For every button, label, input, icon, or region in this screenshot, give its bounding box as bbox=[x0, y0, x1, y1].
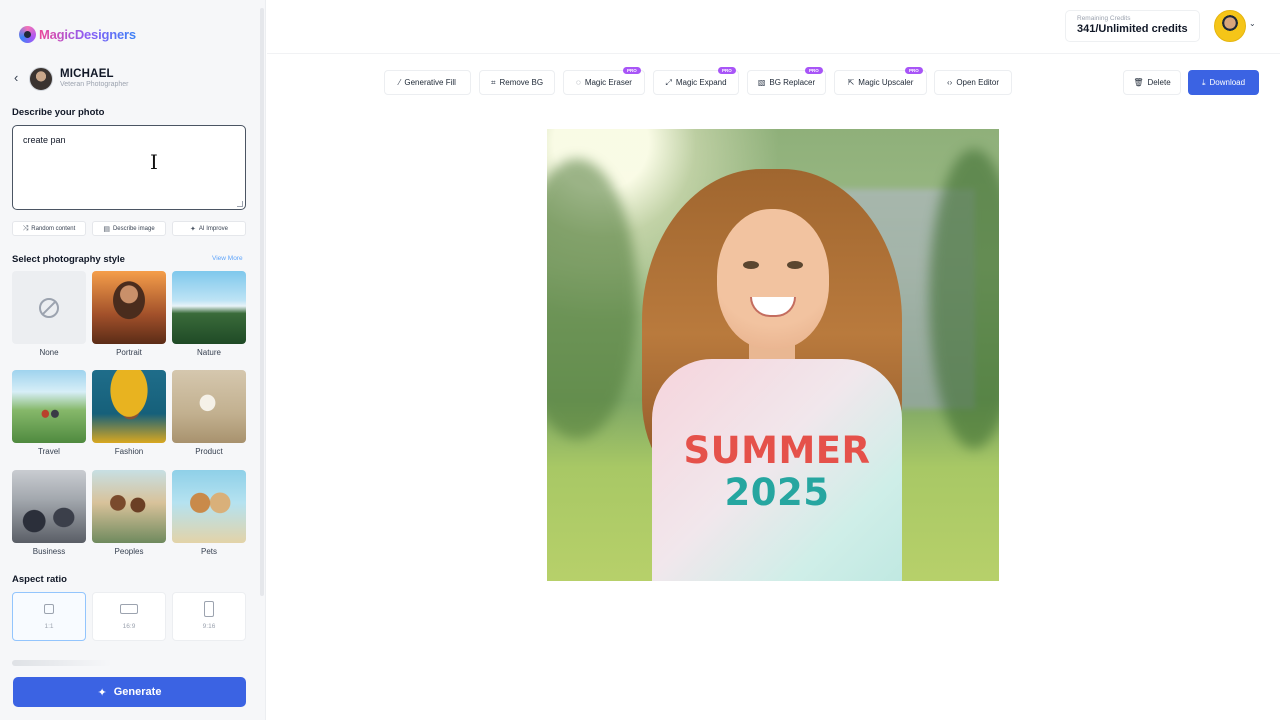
pro-badge: PRO bbox=[718, 67, 736, 74]
tool-open-editor[interactable]: ‹› Open Editor bbox=[934, 70, 1012, 95]
style-tile-peoples[interactable] bbox=[92, 470, 166, 543]
sidebar-scrollbar[interactable] bbox=[260, 8, 264, 596]
style-tile-pets[interactable] bbox=[172, 470, 246, 543]
generate-button[interactable]: ✦ Generate bbox=[13, 677, 246, 707]
style-label: None bbox=[39, 348, 59, 357]
portrait-ratio-icon bbox=[204, 601, 214, 617]
square-ratio-icon bbox=[44, 604, 54, 614]
style-label: Nature bbox=[196, 348, 221, 357]
photo-eye bbox=[787, 261, 803, 269]
code-icon: ‹› bbox=[946, 78, 953, 87]
style-label: Portrait bbox=[116, 348, 142, 357]
pro-badge: PRO bbox=[905, 67, 923, 74]
photo-tree bbox=[547, 159, 637, 439]
style-tile-travel[interactable] bbox=[12, 370, 86, 443]
pro-badge: PRO bbox=[623, 67, 641, 74]
credits-box: Remaining Credits 341/Unlimited credits bbox=[1065, 10, 1200, 42]
describe-image-button[interactable]: ▤ Describe image bbox=[92, 221, 166, 236]
user-avatar[interactable] bbox=[1214, 10, 1246, 42]
ai-improve-button[interactable]: ✦ AI Improve bbox=[172, 221, 246, 236]
pro-badge: PRO bbox=[805, 67, 823, 74]
style-title: Select photography style bbox=[12, 254, 125, 265]
remove-bg-icon: ⌗ bbox=[490, 77, 496, 87]
trash-icon: 🗑︎ bbox=[1133, 78, 1144, 87]
resize-handle-icon[interactable] bbox=[237, 201, 243, 207]
credits-value: 341/Unlimited credits bbox=[1077, 23, 1188, 35]
aspect-option-16-9[interactable]: 16:9 bbox=[92, 592, 166, 641]
prompt-textarea[interactable]: create pan bbox=[12, 125, 246, 210]
tool-remove-bg[interactable]: ⌗ Remove BG bbox=[479, 70, 555, 95]
shirt-text-line1: SUMMER bbox=[683, 429, 871, 472]
photo-face bbox=[717, 209, 829, 349]
chevron-down-icon[interactable]: ⌄ bbox=[1249, 19, 1256, 28]
eraser-icon: ◌ bbox=[576, 78, 581, 87]
prompt-value: create pan bbox=[23, 135, 66, 145]
brand-name: MagicDesigners bbox=[39, 27, 136, 42]
profile-name: MICHAEL bbox=[60, 68, 114, 80]
credits-label: Remaining Credits bbox=[1077, 15, 1131, 22]
aspect-title: Aspect ratio bbox=[12, 574, 67, 585]
back-arrow-icon[interactable]: ‹ bbox=[14, 70, 18, 85]
logo-icon bbox=[19, 26, 36, 43]
style-tile-nature[interactable] bbox=[172, 271, 246, 344]
photo-eye bbox=[743, 261, 759, 269]
bg-replace-icon: ▧ bbox=[757, 78, 766, 87]
wand-icon: ⁄ bbox=[399, 78, 401, 87]
view-more-link[interactable]: View More bbox=[212, 255, 243, 262]
aspect-option-9-16[interactable]: 9:16 bbox=[172, 592, 246, 641]
profile-role: Veteran Photographer bbox=[60, 81, 129, 88]
photo-shirt: SUMMER 2025 bbox=[652, 359, 902, 581]
landscape-ratio-icon bbox=[120, 604, 138, 614]
style-tile-fashion[interactable] bbox=[92, 370, 166, 443]
style-tile-business[interactable] bbox=[12, 470, 86, 543]
style-tile-portrait[interactable] bbox=[92, 271, 166, 344]
tool-generative-fill[interactable]: ⁄ Generative Fill bbox=[384, 70, 471, 95]
style-label: Product bbox=[195, 447, 223, 456]
style-label: Pets bbox=[200, 547, 217, 556]
generated-image[interactable]: SUMMER 2025 bbox=[547, 129, 999, 581]
style-label: Peoples bbox=[114, 547, 144, 556]
none-icon bbox=[39, 297, 59, 318]
prompt-title: Describe your photo bbox=[12, 107, 105, 118]
download-icon: ⤓ bbox=[1201, 77, 1206, 87]
random-content-button[interactable]: ⤨ Random content bbox=[12, 221, 86, 236]
shirt-text-line2: 2025 bbox=[724, 471, 830, 514]
profile-avatar bbox=[29, 67, 53, 91]
photo-smile bbox=[750, 297, 796, 317]
delete-button[interactable]: 🗑︎ Delete bbox=[1123, 70, 1181, 95]
sparkle-icon: ✦ bbox=[190, 225, 196, 233]
text-cursor-icon: I bbox=[150, 150, 158, 174]
upscale-icon: ⇱ bbox=[847, 78, 855, 87]
style-tile-none[interactable] bbox=[12, 271, 86, 344]
shuffle-icon: ⤨ bbox=[22, 224, 29, 232]
sidebar: MagicDesigners ‹ MICHAEL Veteran Photogr… bbox=[0, 0, 266, 720]
scrolled-section-hint bbox=[12, 660, 112, 666]
image-text-icon: ▤ bbox=[103, 225, 110, 233]
download-button[interactable]: ⤓ Download bbox=[1188, 70, 1259, 95]
aspect-option-1-1[interactable]: 1:1 bbox=[12, 592, 86, 641]
header-divider bbox=[267, 53, 1280, 54]
style-label: Business bbox=[32, 547, 66, 556]
style-label: Travel bbox=[38, 447, 60, 456]
expand-icon: ⤢ bbox=[665, 77, 672, 87]
style-label: Fashion bbox=[114, 447, 144, 456]
sparkle-icon: ✦ bbox=[97, 686, 107, 699]
brand-logo[interactable]: MagicDesigners bbox=[19, 26, 136, 43]
style-tile-product[interactable] bbox=[172, 370, 246, 443]
